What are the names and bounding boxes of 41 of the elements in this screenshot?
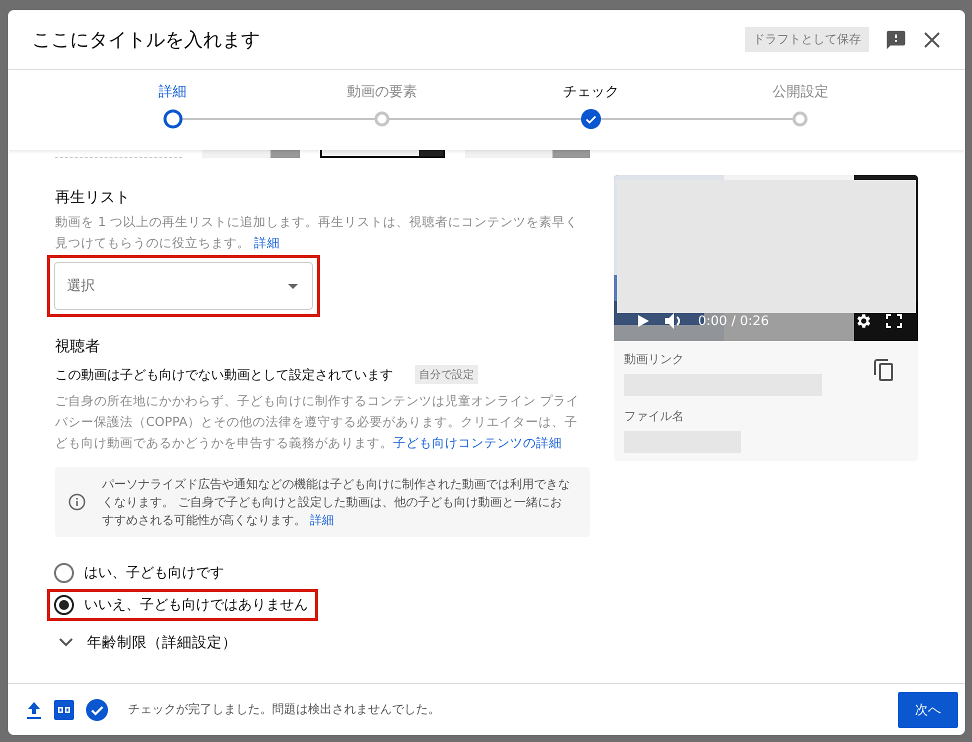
section-description: 動画を 1 つ以上の再生リストに追加します。再生リストは、視聴者にコンテンツを素早く見つけてもらうのに役立ちます。 詳細 <box>55 213 579 252</box>
sd-icon[interactable] <box>54 700 74 720</box>
section-description: ご自身の所在地にかかわらず、子ども向けに制作するコンテンツは児童オンライン プライバシー保護法（COPPA）とその他の法律を遵守する必要があります。クリエイターは、子ども向け動画であるかどうかを申告する義務があります。子ども向けコンテンツの詳細 <box>55 392 580 452</box>
save-draft-button[interactable]: ドラフトとして保存 <box>745 27 869 52</box>
feedback-icon[interactable] <box>885 28 907 50</box>
step-circle-icon[interactable] <box>162 109 183 129</box>
step-label[interactable]: 公開設定 <box>772 83 828 101</box>
thumbnail-option[interactable] <box>202 150 300 158</box>
audience-status: この動画は子ども向けでない動画として設定されています <box>55 366 393 384</box>
radio-label[interactable]: いいえ、子ども向けではありません <box>84 596 308 614</box>
check-step-icon[interactable] <box>581 109 602 129</box>
chevron-icon <box>59 638 73 647</box>
dropdown-caret-icon <box>288 284 298 288</box>
age-restriction-toggle[interactable]: 年齢制限（詳細設定） <box>59 633 590 652</box>
playlist-select[interactable]: 選択 <box>54 262 313 310</box>
step-label[interactable]: チェック <box>563 83 620 101</box>
check-status: チェックが完了しました。問題は検出されませんでした。 <box>128 701 441 718</box>
details-link[interactable]: 詳細 <box>254 235 280 250</box>
details-link[interactable]: 詳細 <box>310 513 334 527</box>
thumbnail-option[interactable] <box>464 150 590 158</box>
fullscreen-icon[interactable] <box>886 314 902 328</box>
check-circle-icon[interactable] <box>86 698 108 720</box>
step-label[interactable]: 動画の要素 <box>346 83 417 101</box>
radio-label[interactable]: はい、子ども向けです <box>84 564 224 582</box>
field-label: ファイル名 <box>624 408 685 425</box>
upload-icon[interactable] <box>26 700 42 718</box>
status-tag: 自分で設定 <box>415 365 478 384</box>
next-button[interactable]: 次へ <box>898 692 958 728</box>
details-link[interactable]: 子ども向けコンテンツの詳細 <box>393 435 562 450</box>
notice-text: パーソナライズド広告や通知などの機能は子ども向けに制作された動画では利用できなくなります。 ご自身で子ども向けと設定した動画は、他の子ども向け動画と一緒におすすめされる可能性が高くなります。 詳細 <box>102 476 571 529</box>
info-icon <box>68 493 86 511</box>
copy-icon[interactable] <box>874 359 894 381</box>
section-heading: 再生リスト <box>55 188 131 207</box>
radio-button[interactable] <box>54 595 74 615</box>
radio-button[interactable] <box>54 563 74 583</box>
close-icon[interactable] <box>923 30 941 48</box>
thumbnail-option[interactable] <box>320 150 445 158</box>
section-heading: 視聴者 <box>55 337 101 356</box>
dialog-title: ここにタイトルを入れます <box>32 28 261 52</box>
step-label[interactable]: 詳細 <box>158 83 187 101</box>
field-label: 動画リンク <box>624 351 685 368</box>
